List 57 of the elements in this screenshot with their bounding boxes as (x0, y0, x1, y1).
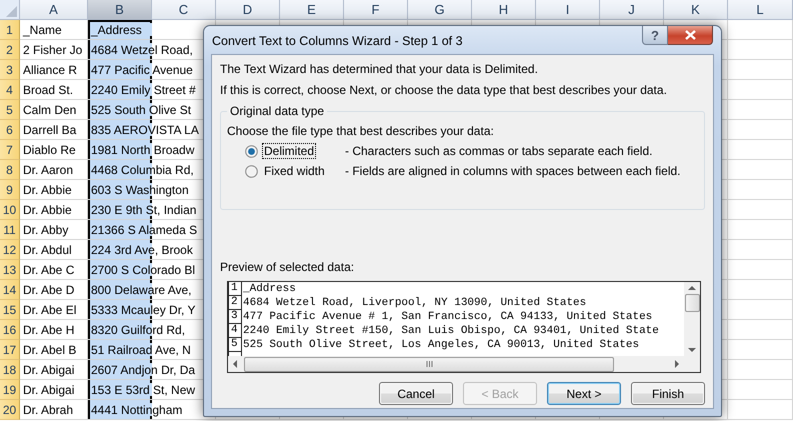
line-number: 3 (228, 310, 242, 324)
cell-text: 525 South Olive St (91, 103, 192, 117)
cell-text: Dr. Abe El (23, 303, 76, 317)
cell-text: Dr. Abigai (23, 363, 74, 377)
cell-text: 4468 Columbia Rd, (91, 163, 194, 177)
preview-line: 525 South Olive Street, Los Angeles, CA 90013, United States (242, 338, 640, 352)
instruction-text: If this is correct, choose Next, or choose the data type that best describes your data. (220, 83, 668, 98)
cell-text: Calm Den (23, 103, 76, 117)
cell-text: 2700 S Colorado Bl (91, 263, 196, 277)
line-number: 5 (228, 338, 242, 352)
cell-text: 2607 Andjon Dr, Da (91, 363, 196, 377)
cell-text: Darrell Ba (23, 123, 76, 137)
group-prompt: Choose the file type that best describes your data: (227, 124, 495, 139)
cell-text: Dr. Abdul (23, 243, 72, 257)
intro-text: The Text Wizard has determined that your data is Delimited. (220, 62, 539, 77)
cell-text: Dr. Aaron (23, 163, 74, 177)
cell-text: 5333 Mcauley Dr, Y (91, 303, 196, 317)
cell-text: Dr. Abbie (23, 203, 72, 217)
cell-text: Broad St. (23, 83, 74, 97)
cell-text: 477 Pacific Avenue (91, 63, 193, 77)
cell-text: Diablo Re (23, 143, 76, 157)
cell-text: Dr. Abby (23, 223, 68, 237)
cell-text: Alliance R (23, 63, 78, 77)
cell-text: Dr. Abe C (23, 263, 74, 277)
cell-text: Dr. Abigai (23, 383, 74, 397)
group-legend: Original data type (227, 104, 328, 118)
cell-text: 800 Delaware Ave, (91, 283, 192, 297)
cell-text: 2 Fisher Jo (23, 43, 82, 57)
cell-text: 835 AEROVISTA LA (91, 123, 199, 137)
cell-text: Dr. Abbie (23, 183, 72, 197)
cell-text: Dr. Abel B (23, 343, 76, 357)
cell-text: Dr. Abe H (23, 323, 74, 337)
cell-text: Dr. Abrah (23, 403, 74, 417)
cell-text: 603 S Washington (91, 183, 189, 197)
cell-text: 230 E 9th St, Indian (91, 203, 196, 217)
line-number: 2 (228, 296, 242, 310)
preview-label: Preview of selected data: (220, 260, 356, 275)
preview-line: _Address (242, 282, 296, 296)
cell-text: 21366 S Alameda S (91, 223, 198, 237)
preview-line: 4684 Wetzel Road, Liverpool, NY 13090, United States (242, 296, 586, 310)
preview-line: 477 Pacific Avenue # 1, San Francisco, CA 94133, United States (242, 310, 652, 324)
cell-text: 224 3rd Ave, Brook (91, 243, 193, 257)
cell-text: 8320 Guilford Rd, (91, 323, 186, 337)
preview-line: 2240 Emily Street #150, San Luis Obispo, CA 93401, United State (242, 324, 659, 338)
cell-text: _Address (91, 23, 142, 37)
cell-text: 51 Railroad Ave, N (91, 343, 191, 357)
cell-text: 4441 Nottingham (91, 403, 182, 417)
line-number: 1 (228, 282, 242, 296)
cell-text: 1981 North Broadw (91, 143, 194, 157)
cell-text: Dr. Abe D (23, 283, 74, 297)
cell-text: 4684 Wetzel Road, (91, 43, 193, 57)
cell-text: _Name (23, 23, 62, 37)
cell-text: 2240 Emily Street # (91, 83, 196, 97)
line-number: 4 (228, 324, 242, 338)
option-description: - Fields are aligned in columns with spaces between each field. (345, 164, 681, 178)
option-description: - Characters such as commas or tabs separate each field. (345, 144, 652, 158)
cell-text: 153 E 53rd St, New (91, 383, 196, 397)
